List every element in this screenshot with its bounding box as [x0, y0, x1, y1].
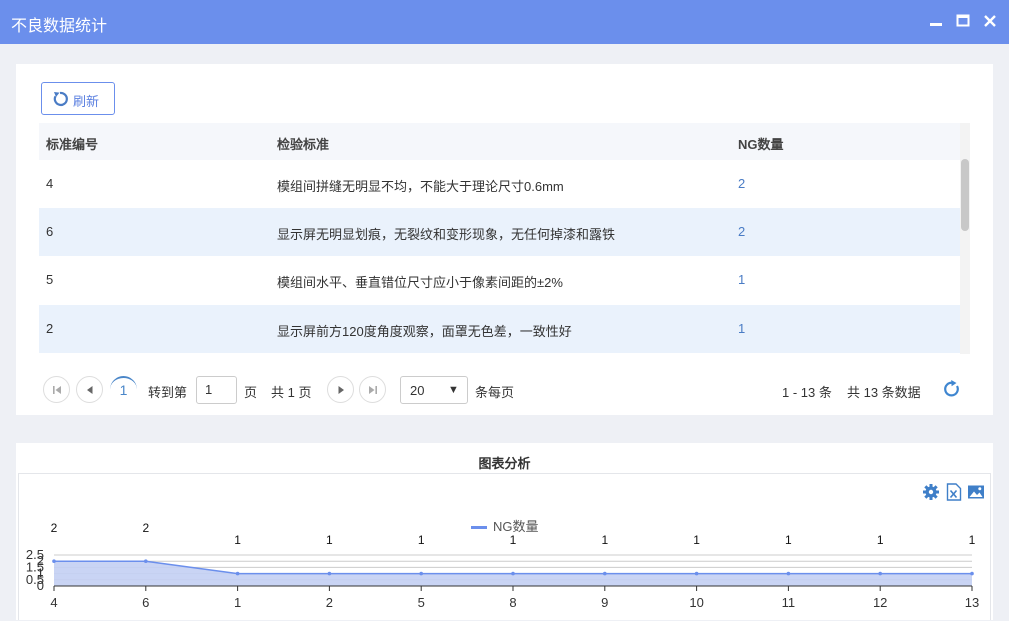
data-label: 1 [693, 533, 700, 547]
close-icon[interactable] [982, 12, 998, 30]
table-row[interactable]: 5 模组间水平、垂直错位尺寸应小于像素间距的±2% 1 [39, 256, 961, 304]
x-tick-label: 10 [689, 595, 703, 610]
x-tick-label: 9 [601, 595, 608, 610]
table-row[interactable]: 6 显示屏无明显划痕，无裂纹和变形现象，无任何掉漆和露铁 2 [39, 208, 961, 256]
range-label: 1 - 13 条 [782, 385, 832, 400]
reload-icon[interactable] [943, 380, 961, 401]
data-point [52, 559, 56, 563]
cell-standard-no: 5 [46, 272, 54, 287]
cell-standard-no: 6 [46, 224, 54, 239]
minimize-icon[interactable] [928, 12, 944, 30]
cell-standard-no: 2 [46, 321, 54, 336]
x-tick-label: 2 [326, 595, 333, 610]
x-tick-label: 4 [50, 595, 57, 610]
table-row[interactable]: 2 显示屏前方120度角度观察，面罩无色差，一致性好 1 [39, 305, 961, 353]
data-label: 1 [877, 533, 884, 547]
chart-panel: 图表分析 NG数量 0 0.5 1 1.5 2 2.5 2 4 2 6 1 1 1 2 1 5 1 8 1 9 1 10 1… [16, 443, 993, 620]
data-point [511, 571, 515, 576]
data-point [144, 559, 148, 563]
data-label: 2 [142, 521, 149, 535]
data-panel: 刷新 标准编号 检验标准 NG数量 4 模组间拼缝无明显不均，不能大于理论尺寸0… [16, 64, 993, 415]
data-label: 1 [234, 533, 241, 547]
x-tick-label: 6 [142, 595, 149, 610]
x-tick-label: 8 [509, 595, 516, 610]
current-page-number[interactable]: 1 [110, 376, 137, 403]
data-table: 标准编号 检验标准 NG数量 4 模组间拼缝无明显不均，不能大于理论尺寸0.6m… [39, 123, 961, 354]
goto-label: 转到第 [148, 385, 188, 400]
pagination-bar: 1 转到第 1 页 共 1 页 20 ▼ 条每页 1 - 13 条 共 13 条… [16, 374, 993, 406]
window-title: 不良数据统计 [11, 18, 108, 35]
table-scrollbar[interactable] [960, 123, 970, 354]
refresh-button[interactable]: 刷新 [41, 82, 115, 115]
data-point [327, 571, 332, 576]
data-point [603, 571, 607, 576]
x-tick-label: 13 [965, 595, 979, 610]
cell-standard-no: 4 [46, 176, 54, 191]
cell-ng-count[interactable]: 2 [738, 176, 745, 191]
first-page-icon[interactable] [43, 376, 70, 403]
x-tick-label: 11 [782, 595, 796, 610]
chart-panel-title: 图表分析 [478, 456, 531, 471]
table-row[interactable]: 4 模组间拼缝无明显不均，不能大于理论尺寸0.6mm 2 [39, 160, 961, 208]
x-tick-label: 1 [234, 595, 241, 610]
data-label: 1 [785, 533, 792, 547]
data-point [419, 571, 424, 576]
x-tick-label: 5 [418, 595, 425, 610]
data-label: 1 [326, 533, 333, 547]
data-point [878, 571, 882, 576]
prev-page-icon[interactable] [76, 376, 103, 403]
maximize-icon[interactable] [955, 12, 971, 30]
next-page-icon[interactable] [327, 376, 354, 403]
column-header-ng-count[interactable]: NG数量 [738, 134, 784, 153]
ng-area-chart: 00.511.522.524261112151819110111112113 [26, 521, 979, 610]
cell-inspection-standard: 显示屏无明显划痕，无裂纹和变形现象，无任何掉漆和露铁 [277, 227, 616, 242]
data-point [786, 571, 791, 576]
chevron-down-icon: ▼ [448, 384, 459, 396]
data-label: 1 [510, 533, 517, 547]
refresh-label: 刷新 [73, 94, 100, 109]
y-tick-label: 2.5 [26, 547, 44, 562]
data-label: 2 [51, 521, 58, 535]
goto-page-input[interactable]: 1 [196, 376, 237, 404]
refresh-icon [51, 90, 69, 111]
total-pages-label: 共 1 页 [271, 385, 312, 400]
cell-inspection-standard: 模组间水平、垂直错位尺寸应小于像素间距的±2% [277, 275, 563, 290]
cell-inspection-standard: 显示屏前方120度角度观察，面罩无色差，一致性好 [277, 324, 572, 339]
column-header-inspection-standard[interactable]: 检验标准 [277, 134, 329, 153]
last-page-icon[interactable] [359, 376, 386, 403]
data-point [694, 571, 699, 576]
page-size-value: 20 [410, 383, 425, 398]
cell-ng-count[interactable]: 2 [738, 224, 745, 239]
cell-ng-count[interactable]: 1 [738, 272, 745, 287]
cell-ng-count[interactable]: 1 [738, 321, 745, 336]
data-label: 1 [969, 533, 976, 547]
x-tick-label: 12 [873, 595, 887, 610]
data-label: 1 [601, 533, 608, 547]
scrollbar-thumb[interactable] [961, 159, 969, 231]
data-label: 1 [418, 533, 425, 547]
page-unit-label: 页 [244, 385, 258, 400]
data-point [235, 571, 240, 576]
column-header-standard-no[interactable]: 标准编号 [46, 134, 98, 153]
total-records-label: 共 13 条数据 [847, 385, 921, 400]
per-page-label: 条每页 [475, 385, 515, 400]
chart-container: NG数量 0 0.5 1 1.5 2 2.5 2 4 2 6 1 1 1 2 1 5 1 8 1 9 1 10 1 11 1 12… [18, 473, 991, 620]
data-point [970, 571, 974, 576]
cell-inspection-standard: 模组间拼缝无明显不均，不能大于理论尺寸0.6mm [277, 179, 564, 194]
table-header: 标准编号 检验标准 NG数量 [39, 123, 961, 160]
window-titlebar: 不良数据统计 [0, 0, 1009, 44]
page-size-select[interactable]: 20 ▼ [400, 376, 468, 404]
